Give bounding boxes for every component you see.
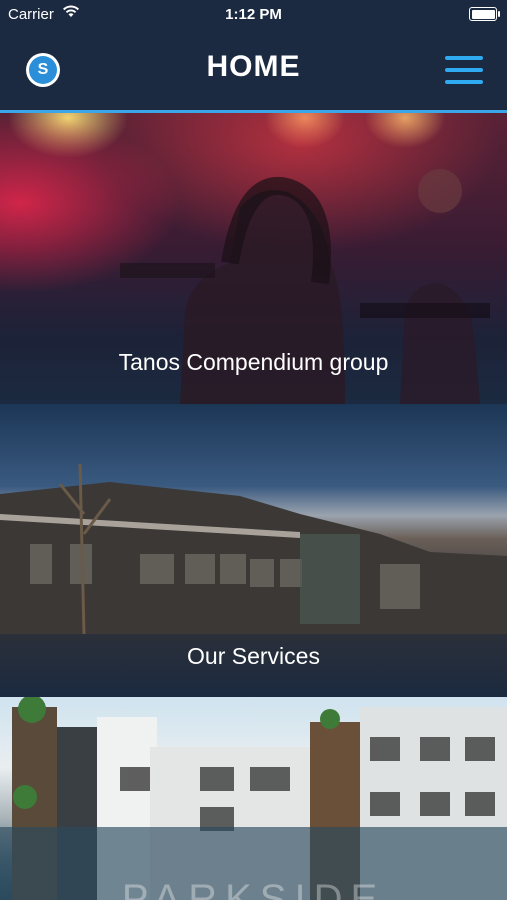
battery-icon <box>469 7 500 21</box>
page-title: HOME <box>206 50 301 83</box>
card-label: Our Services <box>187 643 320 669</box>
parkside-building-photo <box>0 697 507 900</box>
card-tanos-compendium-group[interactable]: Tanos Compendium group <box>0 113 507 404</box>
status-bar: Carrier 1:12 PM <box>0 0 507 30</box>
navigation-bar: S HOME <box>0 30 507 110</box>
parkside-sign-text: PARKSIDE <box>121 877 386 900</box>
card-parkside[interactable]: PARKSIDE <box>0 697 507 900</box>
hamburger-menu-icon[interactable] <box>445 56 483 84</box>
clock: 1:12 PM <box>225 6 282 23</box>
card-our-services[interactable]: Our Services <box>0 404 507 697</box>
card-label: Tanos Compendium group <box>118 349 389 375</box>
